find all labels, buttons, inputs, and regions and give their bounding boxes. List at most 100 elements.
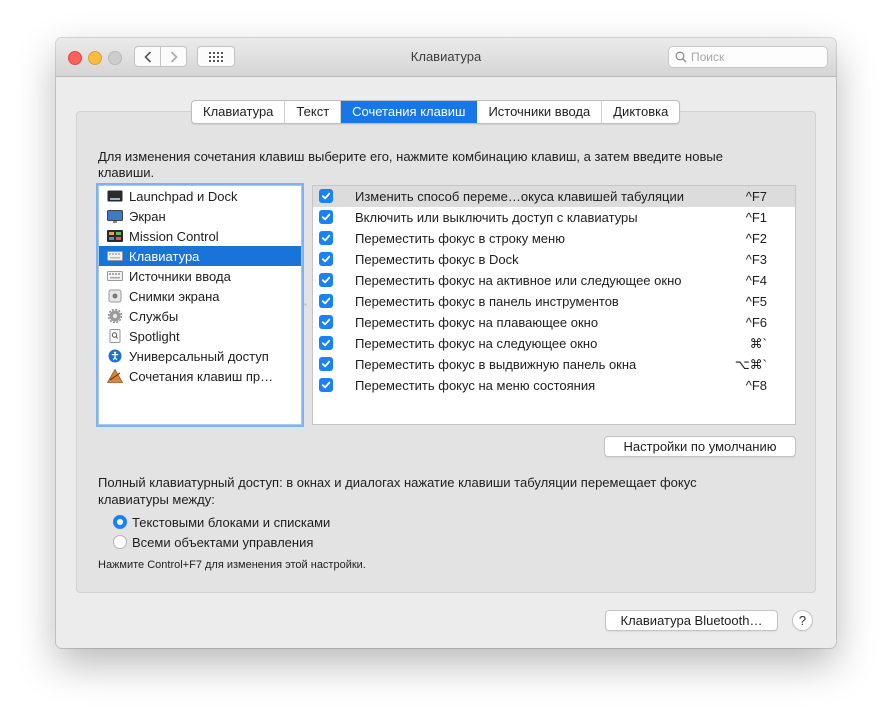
display-icon [107,209,123,223]
shortcut-row[interactable]: Переместить фокус на следующее окно ⌘` [313,333,795,354]
checkmark-icon [321,213,331,221]
shortcut-key[interactable]: ^F5 [746,294,767,309]
shortcut-key[interactable]: ⌥⌘` [735,357,767,373]
shortcut-row[interactable]: Включить или выключить доступ с клавиату… [313,207,795,228]
keyboard-icon [107,249,123,263]
shortcut-label: Переместить фокус на следующее окно [355,336,598,351]
mission-control-icon [107,229,123,243]
shortcut-label: Изменить способ переме…окуса клавишей та… [355,189,684,204]
restore-defaults-button[interactable]: Настройки по умолчанию [604,436,796,457]
shortcut-checkbox[interactable] [319,189,333,203]
tab-bar: Клавиатура Текст Сочетания клавиш Источники… [191,100,681,124]
checkmark-icon [321,297,331,305]
shortcut-checkbox[interactable] [319,294,333,308]
radio-label: Текстовыми блоками и списками [132,514,331,530]
tab-2[interactable]: Сочетания клавиш [341,101,478,123]
checkmark-icon [321,255,331,263]
shortcut-label: Переместить фокус в панель инструментов [355,294,619,309]
shortcut-key[interactable]: ^F6 [746,315,767,330]
category-label: Mission Control [129,228,219,244]
category-label: Универсальный доступ [129,348,269,364]
instructions-text: Для изменения сочетания клавиш выберите … [98,149,723,180]
search-placeholder: Поиск [691,50,725,64]
radio-unselected-icon [113,535,127,549]
checkmark-icon [321,360,331,368]
spotlight-icon [107,329,123,343]
shortcut-row[interactable]: Переместить фокус в выдвижную панель окн… [313,354,795,375]
category-list[interactable]: Launchpad и Dock Экран Mission Control Клав… [98,185,302,425]
category-item-4[interactable]: Источники ввода [99,266,301,286]
shortcut-checkbox[interactable] [319,273,333,287]
tab-0[interactable]: Клавиатура [192,101,286,123]
tab-4[interactable]: Диктовка [602,101,679,123]
radio-text-boxes-and-lists[interactable]: Текстовыми блоками и списками [113,513,330,531]
shortcut-label: Переместить фокус на меню состояния [355,378,596,393]
shortcut-row[interactable]: Переместить фокус в Dock ^F3 [313,249,795,270]
checkmark-icon [321,339,331,347]
bluetooth-keyboard-button[interactable]: Клавиатура Bluetooth… [605,610,778,631]
launchpad-icon [107,189,123,203]
tab-3[interactable]: Источники ввода [477,101,603,123]
services-gear-icon [107,309,123,323]
category-item-8[interactable]: Универсальный доступ [99,346,301,366]
category-label: Spotlight [129,328,180,344]
shortcut-label: Переместить фокус на активное или следую… [355,273,682,288]
shortcut-key[interactable]: ^F3 [746,252,767,267]
shortcut-row[interactable]: Переместить фокус на меню состояния ^F8 [313,375,795,396]
title-bar: Клавиатура Поиск [56,38,836,77]
search-field[interactable]: Поиск [668,46,828,68]
category-item-6[interactable]: Службы [99,306,301,326]
category-label: Источники ввода [129,268,231,284]
category-label: Клавиатура [129,248,200,264]
checkmark-icon [321,381,331,389]
category-label: Снимки экрана [129,288,220,304]
category-item-5[interactable]: Снимки экрана [99,286,301,306]
category-item-9[interactable]: Сочетания клавиш пр… [99,366,301,386]
input-sources-icon [107,269,123,283]
preferences-window: Клавиатура Поиск Клавиатура Текст Сочетани… [56,38,836,648]
shortcut-label: Переместить фокус на плавающее окно [355,315,599,330]
shortcut-key[interactable]: ^F7 [746,189,767,204]
shortcut-key[interactable]: ⌘` [750,336,767,352]
checkmark-icon [321,234,331,242]
radio-selected-icon [113,515,127,529]
search-icon [675,51,687,63]
shortcut-checkbox[interactable] [319,378,333,392]
category-item-1[interactable]: Экран [99,206,301,226]
checkmark-icon [321,276,331,284]
help-button[interactable]: ? [792,610,813,631]
shortcut-checkbox[interactable] [319,315,333,329]
shortcut-checkbox[interactable] [319,336,333,350]
shortcut-key[interactable]: ^F1 [746,210,767,225]
shortcut-label: Переместить фокус в выдвижную панель окн… [355,357,637,372]
shortcut-label: Переместить фокус в Dock [355,252,519,267]
checkmark-icon [321,318,331,326]
category-item-3[interactable]: Клавиатура [99,246,301,266]
category-item-2[interactable]: Mission Control [99,226,301,246]
split-handle[interactable]: ▪ [304,300,308,309]
category-label: Сочетания клавиш пр… [129,368,274,384]
category-item-0[interactable]: Launchpad и Dock [99,186,301,206]
shortcut-key[interactable]: ^F2 [746,231,767,246]
radio-label: Всеми объектами управления [132,534,314,550]
radio-all-controls[interactable]: Всеми объектами управления [113,533,313,551]
shortcut-row[interactable]: Переместить фокус на плавающее окно ^F6 [313,312,795,333]
category-item-7[interactable]: Spotlight [99,326,301,346]
full-keyboard-access-text: Полный клавиатурный доступ: в окнах и ди… [98,475,697,507]
shortcut-checkbox[interactable] [319,252,333,266]
shortcut-key[interactable]: ^F8 [746,378,767,393]
accessibility-icon [107,349,123,363]
shortcut-label: Переместить фокус в строку меню [355,231,565,246]
shortcut-checkbox[interactable] [319,210,333,224]
shortcut-row[interactable]: Переместить фокус в строку меню ^F2 [313,228,795,249]
checkmark-icon [321,192,331,200]
shortcut-list[interactable]: Изменить способ переме…окуса клавишей та… [312,185,796,425]
shortcut-row[interactable]: Изменить способ переме…окуса клавишей та… [313,186,795,207]
shortcut-checkbox[interactable] [319,357,333,371]
shortcut-row[interactable]: Переместить фокус на активное или следую… [313,270,795,291]
tab-1[interactable]: Текст [285,101,342,123]
shortcut-checkbox[interactable] [319,231,333,245]
shortcut-key[interactable]: ^F4 [746,273,767,288]
category-label: Экран [129,208,166,224]
shortcut-row[interactable]: Переместить фокус в панель инструментов ^… [313,291,795,312]
